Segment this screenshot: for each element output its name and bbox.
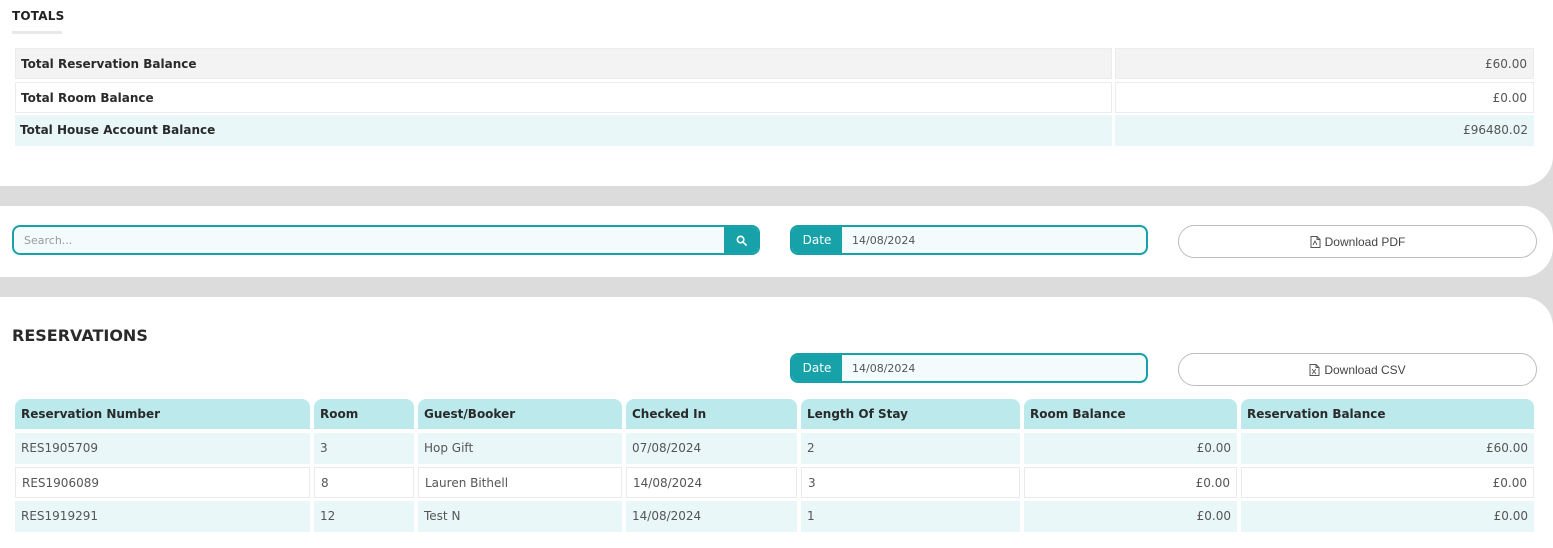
date-label: Date: [792, 355, 842, 381]
cell-length-of-stay: 1: [801, 501, 1020, 532]
cell-length-of-stay: 3: [801, 467, 1020, 498]
totals-row-room-balance: Total Room Balance £0.00: [15, 82, 1534, 113]
filter-panel: Date Download PDF: [0, 206, 1553, 277]
column-header-reservation-number[interactable]: Reservation Number: [15, 399, 310, 429]
reservations-table: Reservation Number Room Guest/Booker Che…: [15, 399, 1534, 535]
cell-room-balance: £0.00: [1024, 501, 1237, 532]
cell-guest: Hop Gift: [418, 433, 622, 464]
cell-room: 8: [314, 467, 414, 498]
reservations-title: RESERVATIONS: [12, 326, 148, 345]
reservations-date-filter: Date: [790, 353, 1148, 383]
download-pdf-label: Download PDF: [1324, 234, 1406, 249]
csv-file-icon: [1309, 363, 1320, 376]
search-input[interactable]: [14, 227, 726, 253]
date-label: Date: [792, 227, 842, 253]
totals-row-reservation-balance: Total Reservation Balance £60.00: [15, 48, 1534, 79]
totals-panel: TOTALS Total Reservation Balance £60.00 …: [0, 0, 1553, 186]
totals-label: Total Room Balance: [15, 82, 1112, 113]
column-header-reservation-balance[interactable]: Reservation Balance: [1241, 399, 1534, 429]
totals-value: £96480.02: [1115, 115, 1534, 146]
column-header-checked-in[interactable]: Checked In: [626, 399, 797, 429]
cell-reservation-balance: £0.00: [1241, 467, 1534, 498]
column-header-length-of-stay[interactable]: Length Of Stay: [801, 399, 1020, 429]
cell-length-of-stay: 2: [801, 433, 1020, 464]
cell-room: 12: [314, 501, 414, 532]
cell-guest: Lauren Bithell: [418, 467, 622, 498]
reservations-panel: RESERVATIONS Date Download CSV Reservati…: [0, 297, 1553, 548]
cell-checked-in: 07/08/2024: [626, 433, 797, 464]
totals-value: £60.00: [1115, 48, 1534, 79]
cell-checked-in: 14/08/2024: [626, 467, 797, 498]
cell-room-balance: £0.00: [1024, 433, 1237, 464]
cell-reservation-number: RES1919291: [15, 501, 310, 532]
totals-label: Total House Account Balance: [15, 115, 1112, 146]
download-pdf-button[interactable]: Download PDF: [1178, 225, 1537, 258]
cell-checked-in: 14/08/2024: [626, 501, 797, 532]
table-row: RES1906089 8 Lauren Bithell 14/08/2024 3…: [15, 467, 1534, 501]
cell-reservation-number: RES1906089: [15, 467, 310, 498]
table-row: RES1919291 12 Test N 14/08/2024 1 £0.00 …: [15, 501, 1534, 535]
search-box: [12, 225, 760, 255]
pdf-file-icon: [1310, 235, 1321, 248]
totals-label: Total Reservation Balance: [15, 48, 1112, 79]
table-row: RES1905709 3 Hop Gift 07/08/2024 2 £0.00…: [15, 433, 1534, 467]
date-input[interactable]: [842, 355, 1146, 381]
column-header-room[interactable]: Room: [314, 399, 414, 429]
cell-room-balance: £0.00: [1024, 467, 1237, 498]
cell-guest: Test N: [418, 501, 622, 532]
totals-title: TOTALS: [12, 9, 65, 23]
column-header-room-balance[interactable]: Room Balance: [1024, 399, 1237, 429]
cell-room: 3: [314, 433, 414, 464]
totals-value: £0.00: [1115, 82, 1534, 113]
download-csv-button[interactable]: Download CSV: [1178, 353, 1537, 386]
date-input[interactable]: [842, 227, 1146, 253]
cell-reservation-balance: £0.00: [1241, 501, 1534, 532]
download-csv-label: Download CSV: [1324, 362, 1406, 377]
search-button[interactable]: [724, 227, 758, 253]
date-filter: Date: [790, 225, 1148, 255]
search-icon: [736, 235, 747, 246]
cell-reservation-number: RES1905709: [15, 433, 310, 464]
cell-reservation-balance: £60.00: [1241, 433, 1534, 464]
table-header-row: Reservation Number Room Guest/Booker Che…: [15, 399, 1534, 433]
title-underline: [12, 31, 62, 34]
totals-row-house-account-balance: Total House Account Balance £96480.02: [15, 115, 1534, 146]
column-header-guest-booker[interactable]: Guest/Booker: [418, 399, 622, 429]
